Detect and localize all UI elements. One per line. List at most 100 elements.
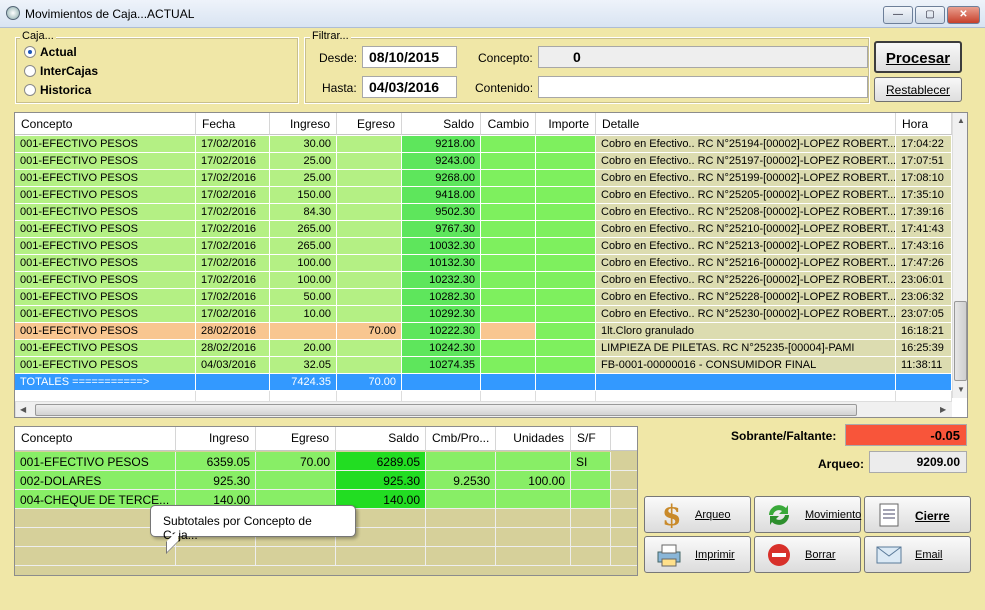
cell-ingreso[interactable]: 50.00: [270, 289, 337, 306]
cell-fecha[interactable]: 28/02/2016: [196, 340, 270, 357]
cell-ingreso[interactable]: 30.00: [270, 136, 337, 153]
cell-cambio[interactable]: [481, 340, 536, 357]
subtotal-cell-concepto[interactable]: 002-DOLARES: [15, 471, 176, 490]
cell-egreso[interactable]: [337, 187, 402, 204]
horizontal-scroll-thumb[interactable]: [35, 404, 857, 416]
cell-cambio[interactable]: [481, 221, 536, 238]
subtotal-cell-ingreso[interactable]: 925.30: [176, 471, 256, 490]
subtotal-cell-saldo[interactable]: 925.30: [336, 471, 426, 490]
subtotal-cell-concepto[interactable]: 001-EFECTIVO PESOS: [15, 452, 176, 471]
cell-hora[interactable]: 23:06:01: [896, 272, 952, 289]
cell-egreso[interactable]: [337, 238, 402, 255]
cell-fecha[interactable]: 17/02/2016: [196, 255, 270, 272]
cierre-button[interactable]: Cierre: [864, 496, 971, 533]
movimiento-button[interactable]: Movimiento: [754, 496, 861, 533]
cell-saldo[interactable]: 10292.30: [402, 306, 481, 323]
cell-concepto[interactable]: 001-EFECTIVO PESOS: [15, 255, 196, 272]
vertical-scrollbar[interactable]: ▲ ▼: [952, 113, 967, 398]
cell-fecha[interactable]: 17/02/2016: [196, 272, 270, 289]
cell-cambio[interactable]: [481, 255, 536, 272]
cell-detalle[interactable]: Cobro en Efectivo.. RC N°25216-[00002]-L…: [596, 255, 896, 272]
subtotal-header-saldo[interactable]: Saldo: [336, 427, 426, 451]
cell-egreso[interactable]: [337, 289, 402, 306]
subtotal-cell-sf[interactable]: [571, 490, 611, 509]
cell-egreso[interactable]: [337, 272, 402, 289]
borrar-button[interactable]: Borrar: [754, 536, 861, 573]
cell-saldo[interactable]: 9767.30: [402, 221, 481, 238]
subtotal-cell-cmb[interactable]: 9.2530: [426, 471, 496, 490]
procesar-button[interactable]: Procesar: [874, 41, 962, 73]
cell-fecha[interactable]: 17/02/2016: [196, 153, 270, 170]
cell-detalle[interactable]: Cobro en Efectivo.. RC N°25199-[00002]-L…: [596, 170, 896, 187]
cell-saldo[interactable]: 10132.30: [402, 255, 481, 272]
cell-ingreso[interactable]: [270, 323, 337, 340]
cell-egreso[interactable]: [337, 204, 402, 221]
cell-fecha[interactable]: 04/03/2016: [196, 357, 270, 374]
cell-detalle[interactable]: Cobro en Efectivo.. RC N°25230-[00002]-L…: [596, 306, 896, 323]
column-header-importe[interactable]: Importe: [536, 113, 596, 135]
subtotal-header-unidades[interactable]: Unidades: [496, 427, 571, 451]
cell-hora[interactable]: 16:18:21: [896, 323, 952, 340]
cell-hora[interactable]: 17:47:26: [896, 255, 952, 272]
cell-saldo[interactable]: 10032.30: [402, 238, 481, 255]
subtotal-cell-egreso[interactable]: [256, 471, 336, 490]
cell-importe[interactable]: [536, 221, 596, 238]
cell-saldo[interactable]: 10232.30: [402, 272, 481, 289]
column-header-saldo[interactable]: Saldo: [402, 113, 481, 135]
cell-cambio[interactable]: [481, 136, 536, 153]
hasta-field[interactable]: 04/03/2016: [362, 76, 457, 98]
cell-detalle[interactable]: Cobro en Efectivo.. RC N°25197-[00002]-L…: [596, 153, 896, 170]
cell-egreso[interactable]: [337, 255, 402, 272]
scroll-right-icon[interactable]: ▶: [940, 405, 946, 414]
cell-cambio[interactable]: [481, 272, 536, 289]
cell-ingreso[interactable]: 25.00: [270, 170, 337, 187]
cell-saldo[interactable]: 10282.30: [402, 289, 481, 306]
cell-concepto[interactable]: 001-EFECTIVO PESOS: [15, 221, 196, 238]
cell-importe[interactable]: [536, 340, 596, 357]
cell-ingreso[interactable]: 265.00: [270, 221, 337, 238]
cell-ingreso[interactable]: 10.00: [270, 306, 337, 323]
cell-importe[interactable]: [536, 136, 596, 153]
column-header-detalle[interactable]: Detalle: [596, 113, 896, 135]
cell-saldo[interactable]: 10242.30: [402, 340, 481, 357]
cell-ingreso[interactable]: 100.00: [270, 272, 337, 289]
cell-hora[interactable]: 17:39:16: [896, 204, 952, 221]
subtotal-cell-extra[interactable]: [611, 490, 637, 509]
cell-importe[interactable]: [536, 357, 596, 374]
scroll-down-icon[interactable]: ▼: [953, 385, 967, 394]
cell-egreso[interactable]: [337, 136, 402, 153]
cell-ingreso[interactable]: 20.00: [270, 340, 337, 357]
cell-hora[interactable]: 11:38:11: [896, 357, 952, 374]
cell-hora[interactable]: 17:43:16: [896, 238, 952, 255]
subtotal-cell-unidades[interactable]: [496, 452, 571, 471]
subtotal-cell-extra[interactable]: [611, 452, 637, 471]
cell-detalle[interactable]: FB-0001-00000016 - CONSUMIDOR FINAL: [596, 357, 896, 374]
cell-cambio[interactable]: [481, 357, 536, 374]
cell-concepto[interactable]: 001-EFECTIVO PESOS: [15, 170, 196, 187]
cell-hora[interactable]: 17:07:51: [896, 153, 952, 170]
cell-importe[interactable]: [536, 289, 596, 306]
column-header-egreso[interactable]: Egreso: [337, 113, 402, 135]
cell-concepto[interactable]: 001-EFECTIVO PESOS: [15, 272, 196, 289]
subtotal-cell-unidades[interactable]: 100.00: [496, 471, 571, 490]
subtotal-header-sf[interactable]: S/F: [571, 427, 611, 451]
imprimir-button[interactable]: Imprimir: [644, 536, 751, 573]
cell-egreso[interactable]: [337, 153, 402, 170]
cell-detalle[interactable]: Cobro en Efectivo.. RC N°25226-[00002]-L…: [596, 272, 896, 289]
cell-cambio[interactable]: [481, 153, 536, 170]
column-header-hora[interactable]: Hora: [896, 113, 952, 135]
cell-importe[interactable]: [536, 255, 596, 272]
cell-ingreso[interactable]: 150.00: [270, 187, 337, 204]
subtotal-header-concepto[interactable]: Concepto: [15, 427, 176, 451]
cell-concepto[interactable]: 001-EFECTIVO PESOS: [15, 340, 196, 357]
subtotal-cell-sf[interactable]: [571, 471, 611, 490]
radio-intercajas[interactable]: InterCajas: [24, 64, 98, 78]
cell-hora[interactable]: 17:04:22: [896, 136, 952, 153]
cell-detalle[interactable]: Cobro en Efectivo.. RC N°25208-[00002]-L…: [596, 204, 896, 221]
restablecer-button[interactable]: Restablecer: [874, 77, 962, 102]
cell-saldo[interactable]: 10274.35: [402, 357, 481, 374]
cell-importe[interactable]: [536, 187, 596, 204]
cell-saldo[interactable]: 9218.00: [402, 136, 481, 153]
cell-ingreso[interactable]: 265.00: [270, 238, 337, 255]
horizontal-scrollbar[interactable]: ◀ ▶: [15, 401, 952, 417]
